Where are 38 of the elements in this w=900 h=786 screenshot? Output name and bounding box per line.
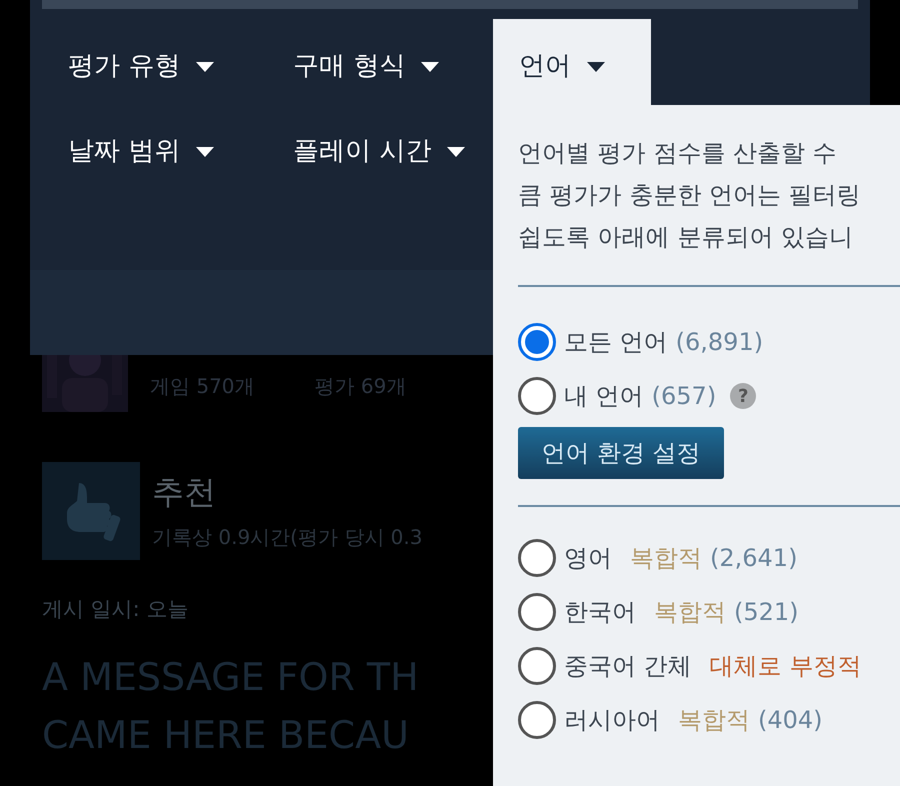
posted-date: 게시 일시: 오늘: [42, 596, 190, 623]
rating-label: 복합적: [654, 597, 726, 628]
option-count: (657): [652, 381, 716, 412]
radio-button[interactable]: [518, 647, 556, 685]
description-text: 쉽도록 아래에 분류되어 있습니: [518, 222, 854, 253]
radio-button[interactable]: [518, 701, 556, 739]
review-count: (404): [758, 705, 823, 736]
reviews-count: 평가 69개: [314, 373, 406, 400]
review-verdict: 추천: [152, 472, 217, 513]
games-count: 게임 570개: [150, 373, 255, 400]
radio-button[interactable]: [518, 323, 556, 361]
caret-icon: [447, 146, 466, 156]
review-title: CAME HERE BECAU: [42, 712, 410, 758]
playtime-text: 기록상 0.9시간(평가 당시 0.3: [152, 524, 422, 551]
radio-button[interactable]: [518, 539, 556, 577]
review-count: (2,641): [710, 543, 798, 574]
description-text: 언어별 평가 점수를 산출할 수: [518, 138, 838, 169]
language-name: 중국어 간체: [564, 651, 692, 682]
review-count: (521): [734, 597, 799, 628]
language-name: 러시아어: [564, 705, 660, 736]
caret-icon: [421, 62, 440, 72]
language-name: 영어: [564, 543, 612, 574]
rating-label: 복합적: [630, 543, 702, 574]
caret-icon: [587, 62, 605, 72]
option-label: 내 언어: [564, 381, 644, 412]
rating-label: 복합적: [678, 705, 750, 736]
option-label: 모든 언어: [564, 327, 668, 358]
thumbs-up-icon: [42, 462, 140, 560]
language-name: 한국어: [564, 597, 636, 628]
rating-label: 대체로 부정적: [710, 651, 862, 682]
description-text: 큼 평가가 충분한 언어는 필터링: [518, 180, 862, 211]
option-count: (6,891): [676, 327, 764, 358]
radio-button[interactable]: [518, 593, 556, 631]
caret-icon: [196, 146, 214, 156]
language-settings-button[interactable]: 언어 환경 설정: [518, 427, 724, 479]
caret-icon: [196, 62, 214, 72]
review-title: A MESSAGE FOR TH: [42, 654, 420, 700]
radio-button[interactable]: [518, 377, 556, 415]
